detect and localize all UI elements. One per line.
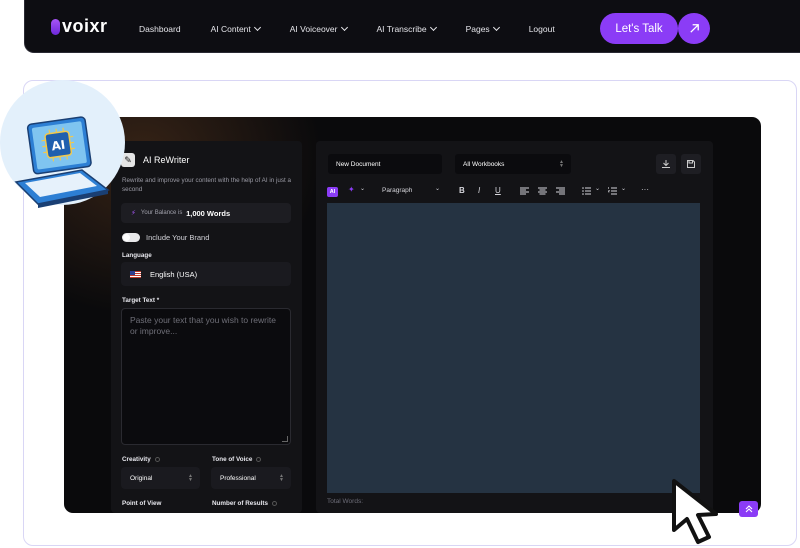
chevron-down-icon (492, 23, 500, 32)
italic-icon[interactable]: I (478, 186, 480, 195)
scroll-top-button[interactable] (739, 501, 758, 517)
magic-wand-icon[interactable]: ✦ (348, 185, 355, 194)
bolt-icon: ⚡ (131, 210, 136, 217)
us-flag-icon (130, 270, 141, 278)
chevron-down-icon[interactable]: ⌄ (621, 185, 626, 192)
cursor-icon (672, 479, 718, 544)
align-right-icon[interactable] (556, 187, 565, 195)
svg-text:AI: AI (51, 138, 67, 154)
chevron-down-icon[interactable]: ⌄ (360, 185, 365, 192)
include-brand-toggle[interactable]: Include Your Brand (122, 233, 209, 242)
align-center-icon[interactable] (538, 187, 547, 195)
total-words: Total Words: (327, 498, 364, 505)
scroll-top-icon (745, 505, 752, 513)
paragraph-select[interactable]: Paragraph (382, 187, 412, 194)
tone-select[interactable]: Professional ▲ ▼ (211, 467, 291, 489)
target-text-label: Target Text * (122, 297, 160, 304)
chevron-down-icon[interactable]: ⌄ (595, 185, 600, 192)
results-label: Number of Results (212, 500, 277, 507)
arrow-up-right-icon (689, 24, 699, 33)
language-select[interactable]: English (USA) (121, 262, 291, 286)
underline-icon[interactable]: U (495, 186, 501, 195)
nav-item-ai-voiceover[interactable]: AI Voiceover (290, 23, 348, 34)
resize-handle[interactable] (282, 436, 288, 442)
logo[interactable]: voixr (51, 16, 108, 37)
chevron-down-icon: ⌄ (435, 186, 441, 192)
chevron-down-icon (253, 23, 261, 32)
bullet-list-icon[interactable] (582, 187, 591, 195)
ai-assist-button[interactable]: AI (327, 187, 338, 197)
download-button[interactable] (656, 154, 676, 174)
download-icon (662, 160, 670, 168)
arrow-up-right-button[interactable] (678, 13, 710, 44)
point-of-view-label: Point of View (122, 500, 162, 507)
mic-icon (51, 18, 60, 35)
nav-item-logout[interactable]: Logout (529, 24, 555, 34)
workbooks-select[interactable]: All Workbooks ▲ ▼ (455, 154, 571, 174)
balance-box: ⚡ Your Balance is 1,000 Words (121, 203, 291, 223)
creativity-label: Creativity (122, 456, 160, 463)
panel-description: Rewrite and improve your content with th… (122, 177, 292, 194)
nav-item-ai-transcribe[interactable]: AI Transcribe (377, 23, 437, 34)
rewriter-panel: ✎ AI ReWriter Rewrite and improve your c… (111, 141, 302, 513)
toggle-switch[interactable] (122, 233, 140, 242)
info-icon (154, 456, 160, 462)
editor-panel: New Document All Workbooks ▲ ▼ AI ✦ ⌄ Para… (316, 141, 713, 513)
tone-label: Tone of Voice (212, 456, 262, 463)
creativity-select[interactable]: Original ▲ ▼ (121, 467, 200, 489)
save-button[interactable] (681, 154, 701, 174)
nav-item-pages[interactable]: Pages (466, 23, 500, 34)
laptop-ai-icon: AI (14, 116, 110, 208)
panel-title: ✎ AI ReWriter (121, 153, 189, 167)
save-icon (687, 160, 695, 168)
chevron-down-icon (340, 23, 348, 32)
document-name-input[interactable]: New Document (328, 154, 442, 174)
lets-talk-button[interactable]: Let's Talk (600, 13, 678, 44)
main-menu: Dashboard AI Content AI Voiceover AI Tra… (139, 23, 585, 34)
target-text-input[interactable]: Paste your text that you wish to rewrite… (121, 308, 291, 445)
chevron-down-icon (429, 23, 437, 32)
info-icon (256, 456, 262, 462)
info-icon (271, 500, 277, 506)
numbered-list-icon[interactable] (608, 187, 617, 195)
nav-item-dashboard[interactable]: Dashboard (139, 24, 181, 34)
nav-item-ai-content[interactable]: AI Content (211, 23, 261, 34)
align-left-icon[interactable] (520, 187, 529, 195)
bold-icon[interactable]: B (459, 186, 465, 195)
language-label: Language (122, 252, 152, 259)
more-icon[interactable]: ··· (641, 185, 649, 194)
logo-text: voixr (62, 16, 108, 36)
editor-canvas[interactable] (327, 203, 700, 493)
